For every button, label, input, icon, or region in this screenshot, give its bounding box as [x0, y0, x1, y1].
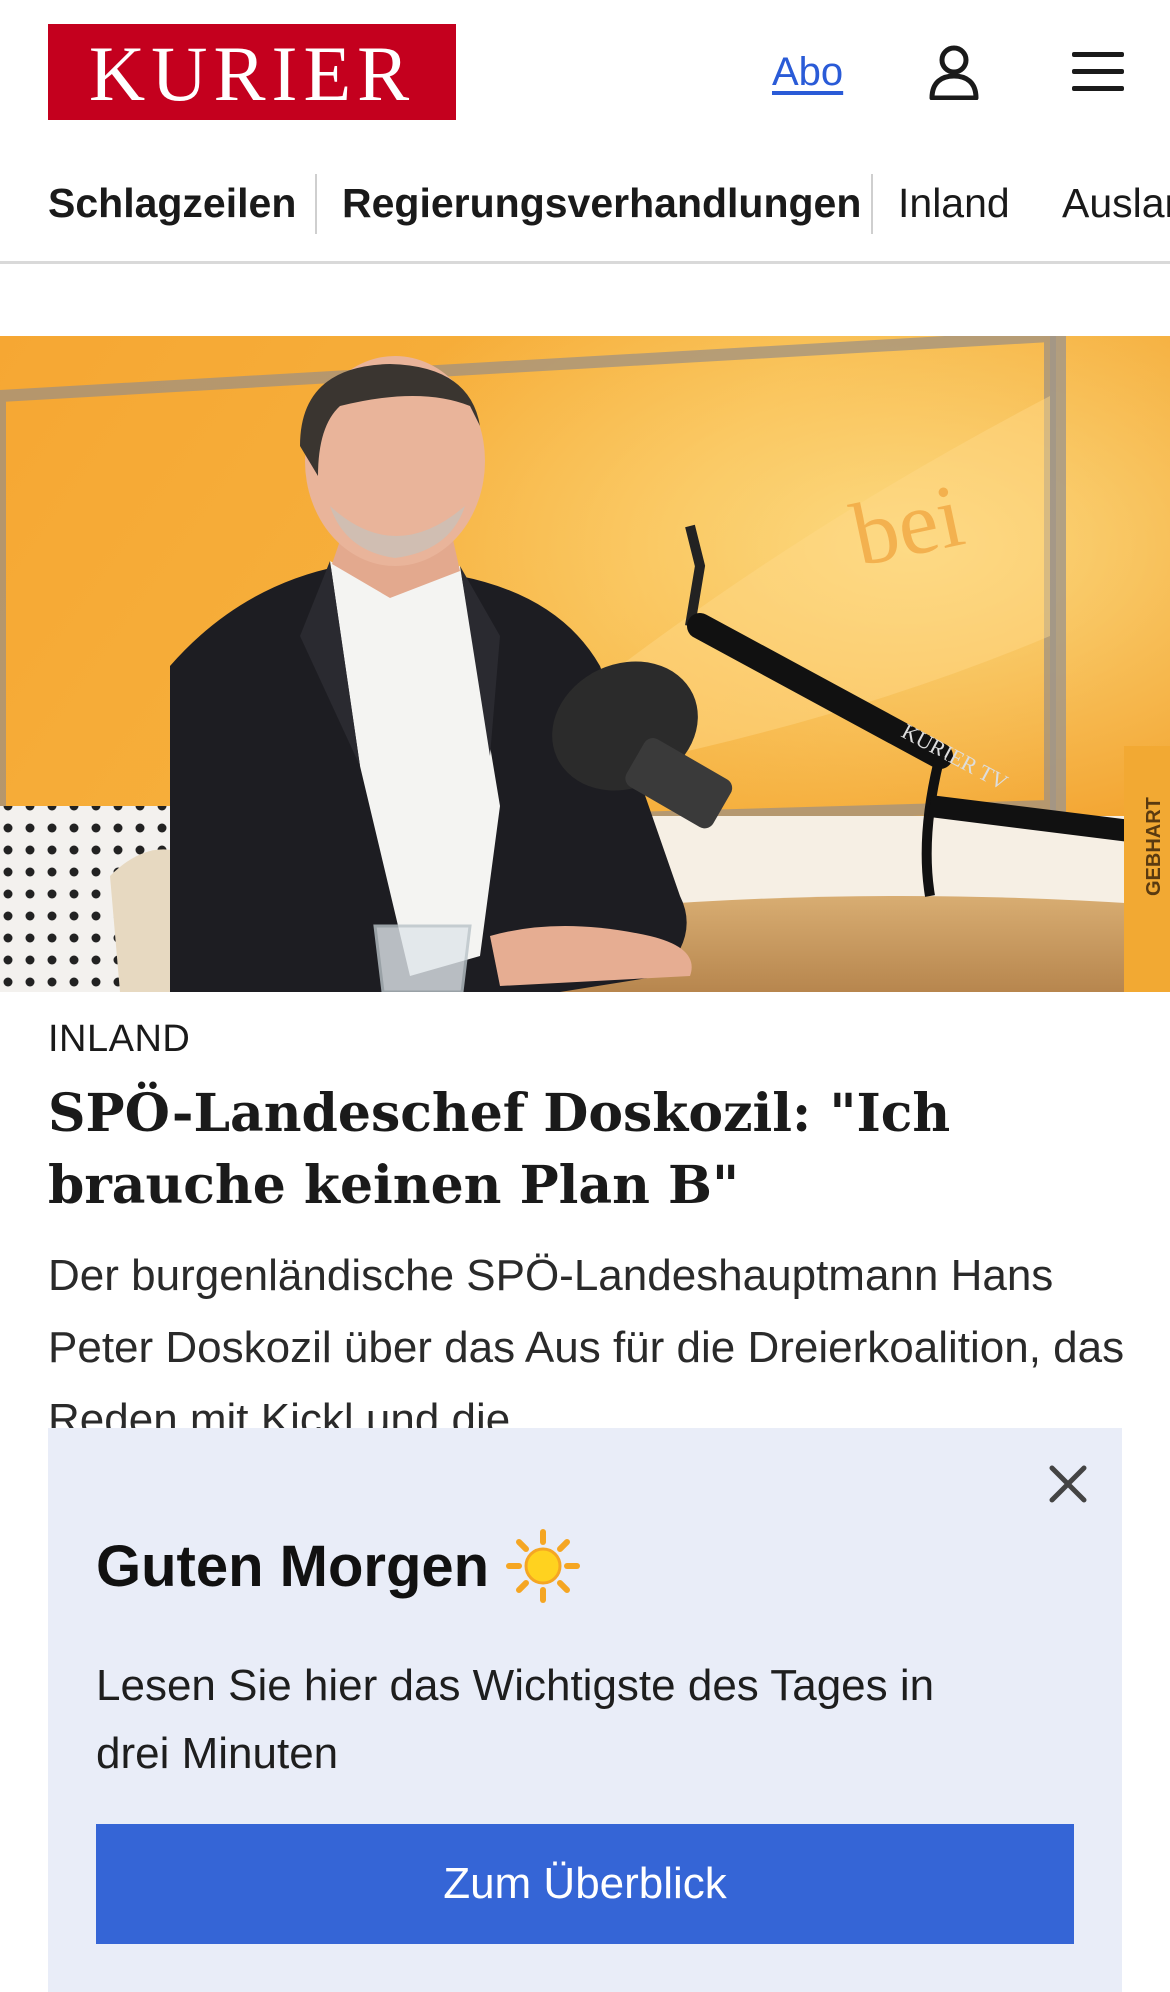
nav-item-ausland[interactable]: Ausland	[1062, 180, 1170, 227]
article-teaser: Der burgenländische SPÖ-Landeshauptmann …	[48, 1251, 1125, 1430]
nav-item-regierungsverhandlungen[interactable]: Regierungsverhandlungen	[342, 180, 861, 227]
overlay-text: Lesen Sie hier das Wichtigste des Tages …	[96, 1661, 935, 1778]
site-header: KURIER Abo	[0, 0, 1170, 145]
overlay-title-text: Guten Morgen	[96, 1533, 490, 1599]
nav-divider	[871, 174, 873, 234]
kurier-logo[interactable]: KURIER	[48, 24, 456, 120]
close-icon[interactable]	[1042, 1458, 1094, 1510]
hamburger-menu-icon[interactable]	[1072, 50, 1124, 94]
nav-item-schlagzeilen[interactable]: Schlagzeilen	[48, 180, 296, 227]
article-hero-image[interactable]: bei KURIER TV GEBHART	[0, 336, 1170, 992]
overlay-title: Guten Morgen	[96, 1528, 581, 1604]
nav-divider	[315, 174, 317, 234]
user-icon[interactable]	[928, 44, 980, 100]
overview-button[interactable]: Zum Überblick	[96, 1824, 1074, 1944]
logo-text: KURIER	[88, 30, 416, 117]
abo-link[interactable]: Abo	[772, 50, 843, 95]
article-headline[interactable]: SPÖ-Landeschef Doskozil: "Ich brauche ke…	[48, 1078, 1128, 1222]
sun-icon	[506, 1529, 581, 1603]
section-nav: Schlagzeilen Regierungsverhandlungen Inl…	[0, 168, 1170, 264]
article-category[interactable]: INLAND	[48, 1018, 190, 1061]
nav-item-inland[interactable]: Inland	[898, 180, 1010, 227]
book-spine-text: GEBHART	[1143, 797, 1165, 896]
